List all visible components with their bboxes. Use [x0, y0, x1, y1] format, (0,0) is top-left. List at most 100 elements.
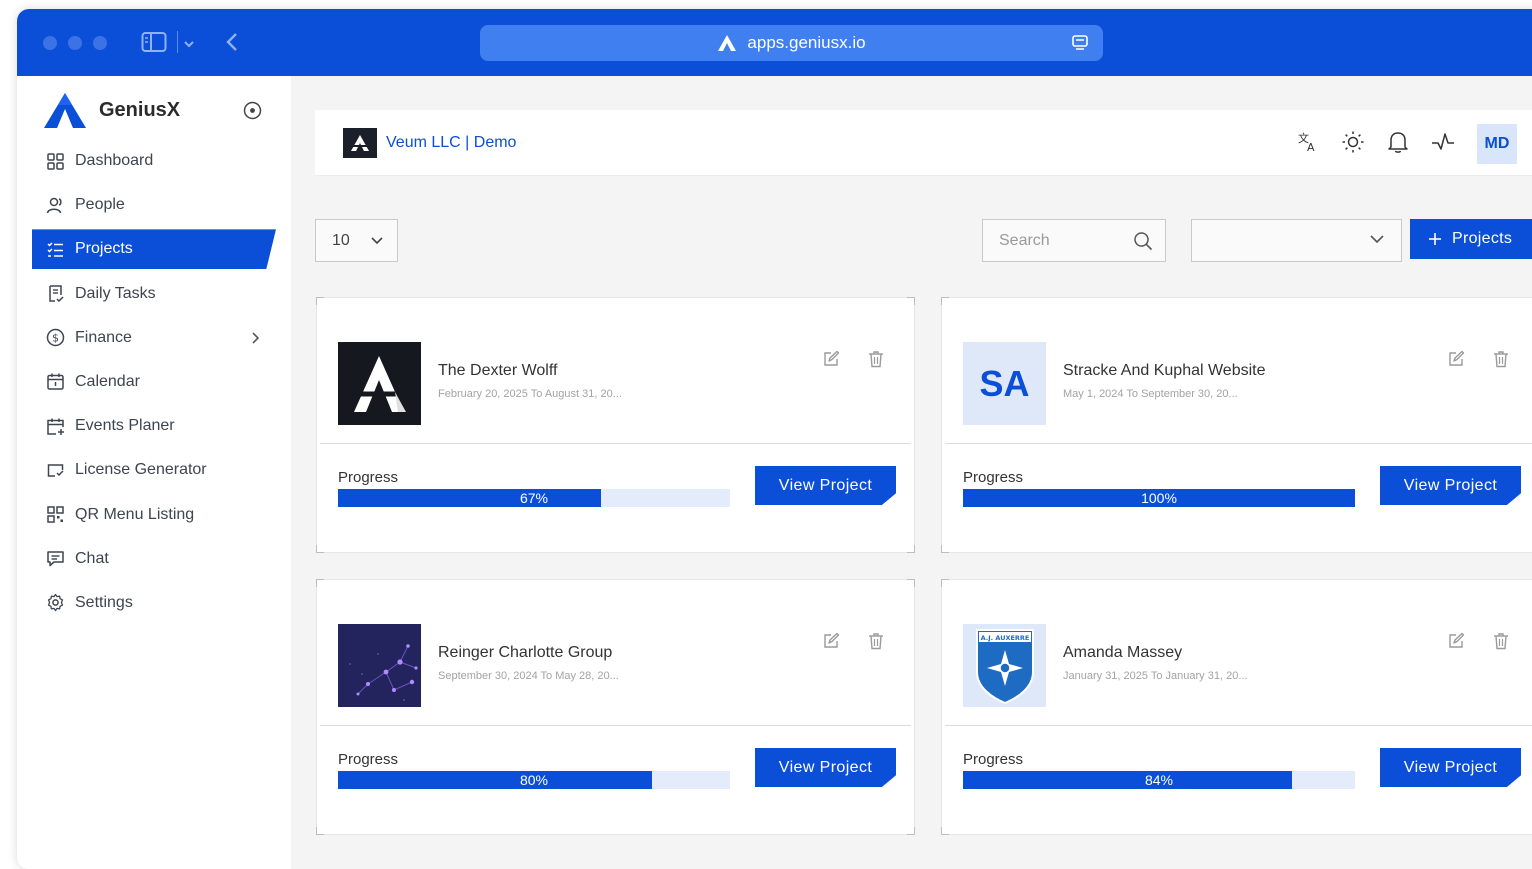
- edit-icon[interactable]: [822, 632, 840, 655]
- settings-icon: [47, 594, 64, 612]
- delete-icon[interactable]: [868, 632, 884, 655]
- sidebar-item-license-generator[interactable]: License Generator: [32, 450, 276, 490]
- sidebar-nav: Dashboard People Projects Daily Tasks $ …: [32, 141, 276, 627]
- search-input[interactable]: Search: [982, 219, 1166, 262]
- project-thumbnail: [338, 624, 421, 707]
- card-divider: [320, 443, 911, 444]
- edit-icon[interactable]: [1447, 350, 1465, 373]
- people-icon: [46, 197, 62, 213]
- events-icon: [47, 418, 64, 435]
- sidebar-item-people[interactable]: People: [32, 185, 276, 225]
- view-project-button[interactable]: View Project: [755, 466, 896, 505]
- sidebar-item-label: Dashboard: [75, 152, 154, 169]
- plus-icon: [1429, 233, 1441, 245]
- organization-logo-icon: [343, 128, 377, 158]
- delete-icon[interactable]: [1493, 632, 1509, 655]
- titlebar-divider: [177, 31, 178, 53]
- project-card: The Dexter Wolff February 20, 2025 To Au…: [316, 297, 915, 553]
- app-logo[interactable]: GeniusX: [43, 91, 180, 129]
- sidebar-item-calendar[interactable]: Calendar: [32, 362, 276, 402]
- project-card: SA Stracke And Kuphal Website May 1, 202…: [941, 297, 1532, 553]
- progress-percent: 67%: [519, 490, 549, 506]
- delete-icon[interactable]: [1493, 350, 1509, 373]
- sidebar-collapse-icon[interactable]: [243, 101, 262, 125]
- filter-select[interactable]: [1191, 219, 1402, 262]
- sidebar-toggle-icon[interactable]: [141, 31, 167, 58]
- organization-name: Veum LLC | Demo: [386, 134, 517, 151]
- progress-label: Progress: [963, 751, 1024, 768]
- chevron-down-icon: [371, 236, 383, 244]
- back-icon[interactable]: [225, 31, 239, 58]
- sidebar-item-label: People: [75, 196, 125, 214]
- sidebar-item-label: Projects: [75, 240, 133, 258]
- project-thumbnail: SA: [963, 342, 1046, 425]
- browser-window: apps.geniusx.io + GeniusX Dashboard Peo: [17, 9, 1532, 869]
- minimize-window-button[interactable]: [68, 36, 82, 50]
- license-icon: [47, 464, 64, 477]
- activity-icon[interactable]: [1431, 131, 1455, 158]
- header-actions: 文A MD: [1297, 124, 1517, 164]
- chevron-down-icon[interactable]: [183, 36, 195, 54]
- projects-toolbar: 10 Search Projects: [315, 219, 1532, 263]
- sidebar-item-daily-tasks[interactable]: Daily Tasks: [32, 274, 276, 314]
- sidebar-item-qr-menu-listing[interactable]: QR Menu Listing: [32, 495, 276, 535]
- theme-toggle-icon[interactable]: [1341, 130, 1365, 159]
- progress-percent: 100%: [1141, 490, 1177, 506]
- notifications-bell-icon[interactable]: [1387, 130, 1409, 159]
- sidebar-item-projects[interactable]: Projects: [32, 229, 276, 270]
- project-thumbnail: [338, 342, 421, 425]
- sidebar-item-finance[interactable]: $ Finance: [32, 318, 276, 358]
- projects-icon: [47, 242, 63, 257]
- project-dates: January 31, 2025 To January 31, 20...: [1063, 670, 1248, 682]
- dexter-logo-icon: [354, 356, 406, 412]
- reader-mode-icon[interactable]: [1071, 34, 1089, 52]
- edit-icon[interactable]: [822, 350, 840, 373]
- add-project-label: Projects: [1452, 230, 1513, 247]
- progress-bar: 67%: [338, 489, 730, 507]
- sidebar-item-dashboard[interactable]: Dashboard: [32, 141, 276, 181]
- calendar-icon: [47, 373, 64, 391]
- url-text: apps.geniusx.io: [747, 33, 866, 52]
- progress-percent: 84%: [1144, 772, 1174, 788]
- sidebar-item-chat[interactable]: Chat: [32, 539, 276, 579]
- chevron-down-icon: [1370, 235, 1384, 244]
- site-logo-icon: [718, 35, 737, 51]
- progress-bar: 84%: [963, 771, 1355, 789]
- card-divider: [945, 443, 1532, 444]
- progress-label: Progress: [338, 469, 399, 486]
- daily-tasks-icon: [49, 285, 64, 303]
- per-page-value: 10: [332, 231, 350, 249]
- auxerre-crest-icon: A.J. AUXERRE: [975, 628, 1034, 704]
- view-project-button[interactable]: View Project: [1380, 466, 1521, 505]
- sidebar-item-settings[interactable]: Settings: [32, 583, 276, 623]
- sidebar-item-label: Settings: [75, 593, 133, 611]
- close-window-button[interactable]: [43, 36, 57, 50]
- add-project-button[interactable]: Projects: [1410, 219, 1532, 259]
- sidebar-item-label: Daily Tasks: [75, 284, 156, 302]
- main-content: Veum LLC | Demo 文A MD 10 Search Projects…: [291, 76, 1532, 869]
- chat-icon: [47, 551, 64, 567]
- project-dates: September 30, 2024 To May 28, 20...: [438, 670, 619, 682]
- crest-text: A.J. AUXERRE: [980, 634, 1029, 642]
- sidebar-item-label: Finance: [75, 328, 132, 346]
- edit-icon[interactable]: [1447, 632, 1465, 655]
- translate-icon[interactable]: 文A: [1297, 131, 1319, 158]
- progress-bar: 80%: [338, 771, 730, 789]
- progress-label: Progress: [338, 751, 399, 768]
- view-project-button[interactable]: View Project: [755, 748, 896, 787]
- address-bar[interactable]: apps.geniusx.io: [480, 25, 1103, 61]
- project-dates: February 20, 2025 To August 31, 20...: [438, 388, 622, 400]
- per-page-select[interactable]: 10: [315, 219, 398, 262]
- sidebar-item-label: QR Menu Listing: [75, 505, 195, 523]
- card-divider: [320, 725, 911, 726]
- view-project-button[interactable]: View Project: [1380, 748, 1521, 787]
- delete-icon[interactable]: [868, 350, 884, 373]
- project-thumbnail: A.J. AUXERRE: [963, 624, 1046, 707]
- sidebar-item-events-planer[interactable]: Events Planer: [32, 406, 276, 446]
- organization-switcher[interactable]: Veum LLC | Demo: [343, 128, 516, 158]
- network-image-icon: [338, 624, 421, 707]
- project-name: Reinger Charlotte Group: [438, 644, 613, 661]
- maximize-window-button[interactable]: [93, 36, 107, 50]
- user-avatar[interactable]: MD: [1477, 124, 1517, 164]
- top-header: Veum LLC | Demo 文A MD: [315, 110, 1532, 176]
